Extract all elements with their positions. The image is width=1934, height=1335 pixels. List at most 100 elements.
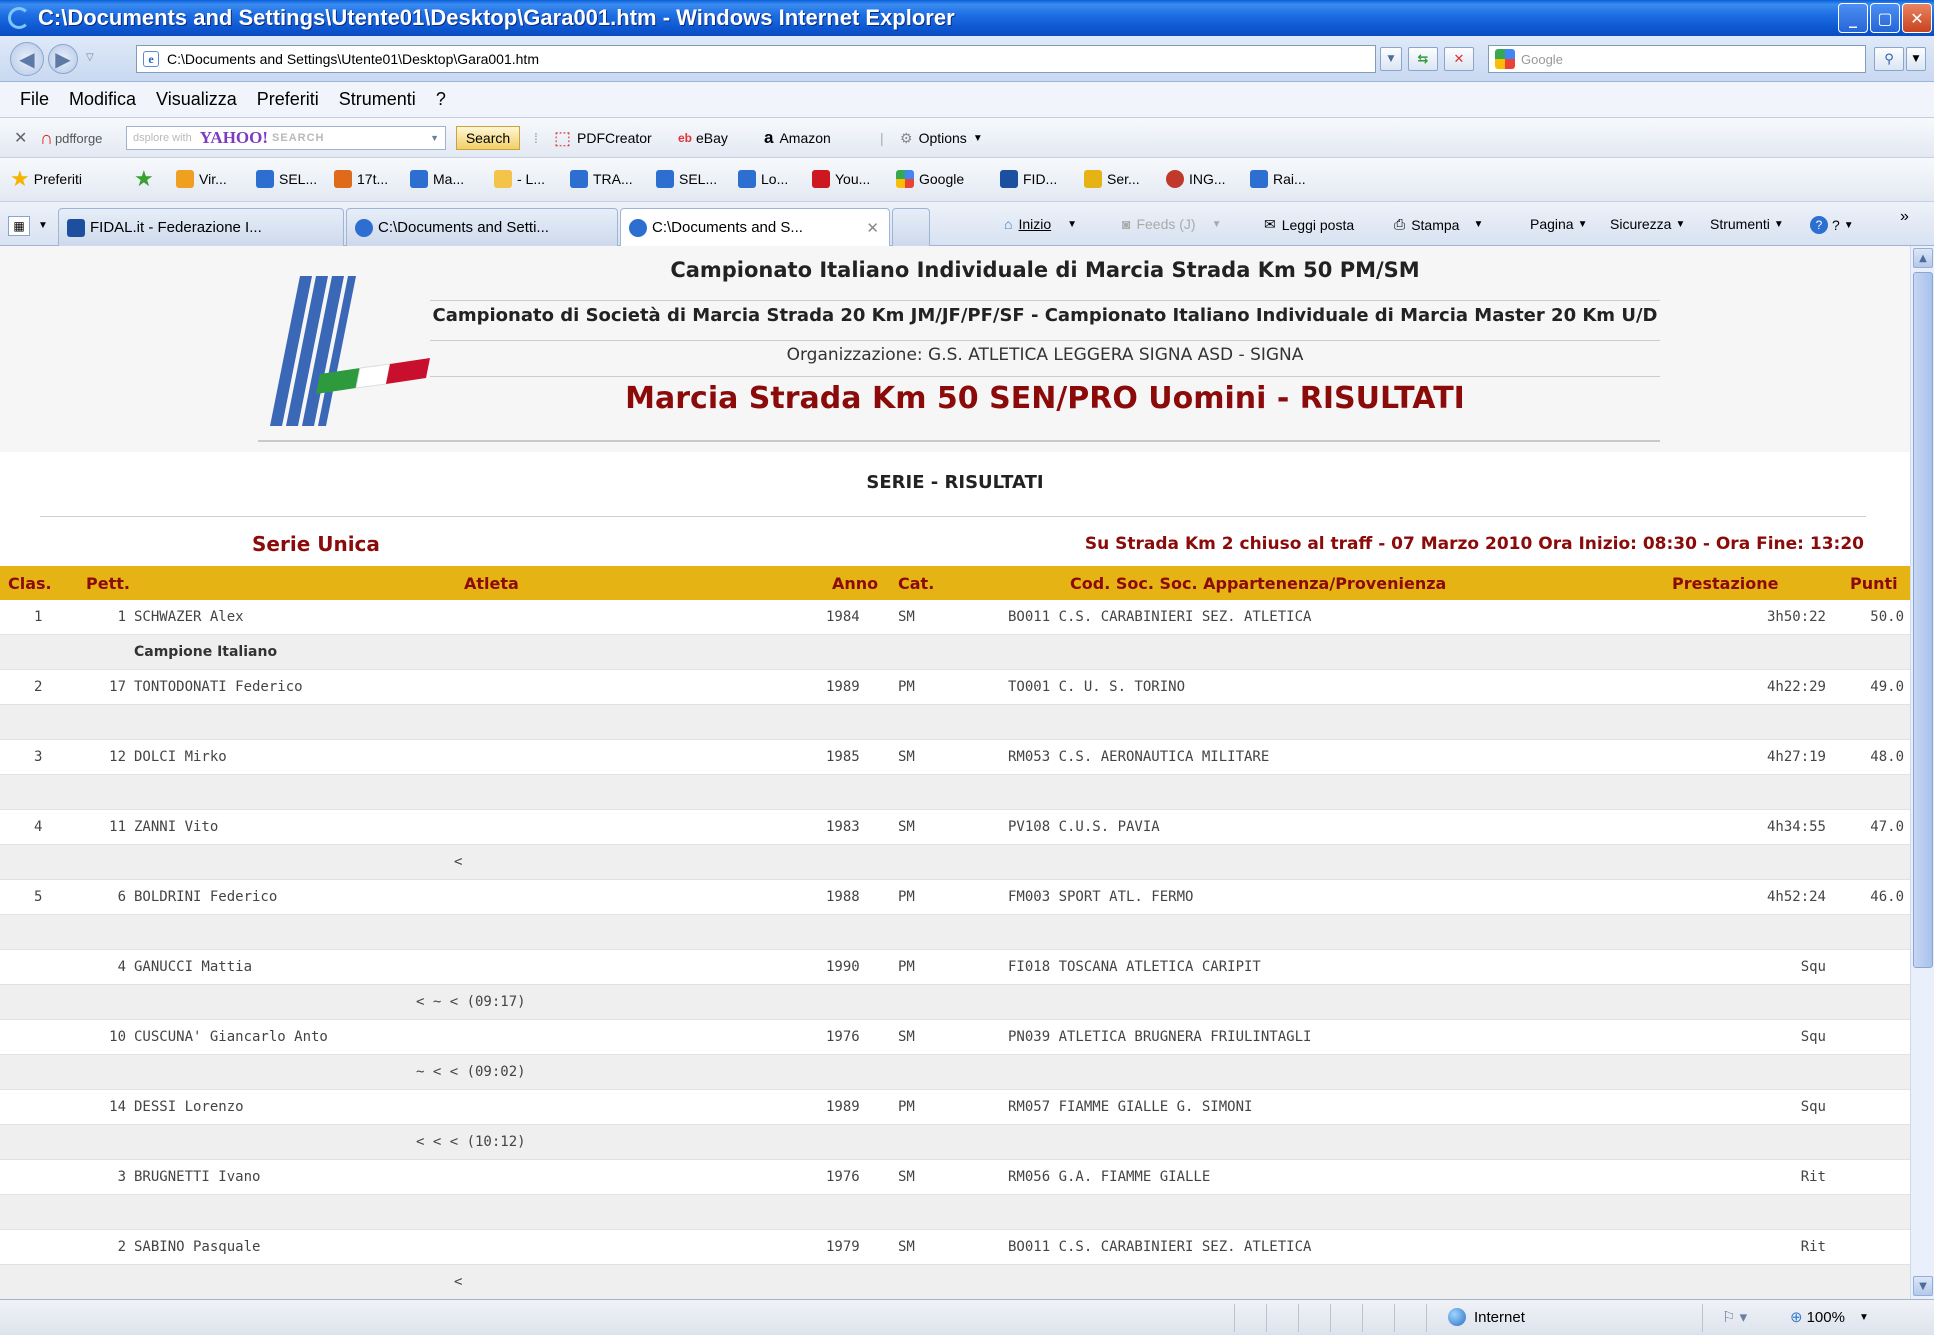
refresh-icon: ⇆ [1417, 51, 1429, 67]
print-button[interactable]: ⎙ Stampa ▼ [1394, 216, 1483, 233]
home-button[interactable]: ⌂ Inizio ▼ [1004, 216, 1077, 232]
maximize-button[interactable]: ▢ [1870, 3, 1900, 33]
fav-item-3[interactable]: Ma... [410, 170, 464, 188]
cell-prestazione: Rit [1800, 1239, 1826, 1255]
new-tab-button[interactable] [892, 208, 930, 246]
options-button[interactable]: ⚙ Options ▼ [900, 126, 983, 150]
address-dropdown-button[interactable]: ▼ [1380, 47, 1402, 71]
search-button[interactable]: ⚲ [1874, 47, 1904, 71]
history-dropdown-icon[interactable]: ▽ [86, 52, 94, 63]
fav-item-5[interactable]: TRA... [570, 170, 633, 188]
scroll-up-arrow-icon[interactable]: ▲ [1913, 248, 1933, 268]
cell-cat: PM [898, 889, 915, 905]
status-divider [1330, 1304, 1331, 1332]
menu-strumenti[interactable]: Strumenti [339, 89, 416, 110]
fav-item-10[interactable]: FID... [1000, 170, 1057, 188]
table-row-detail [0, 775, 1910, 810]
security-zone[interactable]: Internet [1448, 1308, 1525, 1326]
fav-item-9[interactable]: Google [896, 170, 964, 188]
fav-label: Vir... [199, 171, 227, 187]
favorites-button[interactable]: ★ Preferiti [10, 168, 82, 190]
feeds-button[interactable]: ◙ Feeds (J) ▼ [1122, 216, 1222, 232]
table-row-detail: < [0, 845, 1910, 880]
cell-anno: 1985 [826, 749, 860, 765]
close-toolbar-icon[interactable]: ✕ [14, 126, 27, 150]
close-tab-icon[interactable]: ✕ [866, 219, 879, 237]
cell-cat: PM [898, 679, 915, 695]
tab-fidal[interactable]: FIDAL.it - Federazione I... [58, 208, 344, 246]
fav-item-7[interactable]: Lo... [738, 170, 788, 188]
back-button[interactable]: ◀ [10, 42, 44, 76]
table-row: 4 11 ZANNI Vito 1983 SM PV108 C.U.S. PAVIA 4h3… [0, 810, 1910, 845]
fidal-icon [1000, 170, 1018, 188]
more-commands-icon[interactable]: » [1900, 208, 1909, 226]
cell-prestazione: Squ [1800, 1099, 1826, 1115]
pdfforge-logo[interactable]: ∩ pdfforge [40, 126, 102, 150]
menu-help[interactable]: ? [436, 89, 446, 110]
fav-item-6[interactable]: SEL... [656, 170, 717, 188]
col-anno: Anno [832, 574, 879, 593]
results-table-header: Clas. Pett. Atleta Anno Cat. Cod. Soc. S… [0, 566, 1910, 600]
minimize-button[interactable]: _ [1838, 3, 1868, 33]
search-input[interactable]: Google [1488, 45, 1866, 73]
search-options-button[interactable]: ▼ [1906, 47, 1926, 71]
ie-page-icon [1250, 170, 1268, 188]
menu-file[interactable]: File [20, 89, 49, 110]
tab-documents-1[interactable]: C:\Documents and Setti... [346, 208, 618, 246]
read-mail-button[interactable]: ✉ Leggi posta [1264, 216, 1354, 233]
quick-tabs-icon[interactable]: ▦ [8, 216, 30, 236]
fav-item-13[interactable]: Rai... [1250, 170, 1306, 188]
vertical-scrollbar[interactable]: ▲ ▼ [1910, 246, 1934, 1299]
close-window-button[interactable]: ✕ [1902, 3, 1932, 33]
forward-button[interactable]: ▶ [48, 44, 78, 74]
event-title: Marcia Strada Km 50 SEN/PRO Uomini - RIS… [430, 376, 1660, 416]
cell-prestazione: 4h52:24 [1766, 889, 1826, 905]
cell-pett: 14 [109, 1099, 126, 1115]
address-row: ◀ ▶ ▽ e C:\Documents and Settings\Utente… [0, 36, 1934, 82]
zoom-icon: ⊕ [1790, 1309, 1803, 1326]
scroll-thumb[interactable] [1913, 272, 1933, 968]
zoom-button[interactable]: ⊕ 100% ▼ [1790, 1308, 1869, 1327]
ie-page-icon [256, 170, 274, 188]
cell-pett: 10 [109, 1029, 126, 1045]
refresh-button[interactable]: ⇆ [1408, 47, 1438, 71]
fav-item-12[interactable]: ING... [1166, 170, 1226, 188]
stop-button[interactable]: ✕ [1444, 47, 1474, 71]
magnifier-icon: ⚲ [1884, 51, 1894, 67]
menu-visualizza[interactable]: Visualizza [156, 89, 237, 110]
protected-mode-icon[interactable]: ⚐ ▾ [1722, 1308, 1747, 1326]
tab-list-dropdown-icon[interactable]: ▼ [38, 220, 48, 231]
tools-menu-button[interactable]: Strumenti ▼ [1710, 216, 1784, 232]
yahoo-search-input[interactable]: dsplore with YAHOO! SEARCH ▼ [126, 126, 446, 150]
pdfcreator-button[interactable]: ⬚ PDFCreator [554, 126, 652, 150]
chevron-down-icon: ▼ [1912, 54, 1920, 64]
cell-clas: 2 [34, 679, 43, 695]
add-favorite-button[interactable]: ★ [134, 168, 158, 190]
cell-punti: 46.0 [1870, 889, 1904, 905]
help-icon: ? [1810, 216, 1828, 234]
tools-label: Strumenti [1710, 216, 1770, 232]
fav-item-8[interactable]: You... [812, 170, 870, 188]
amazon-button[interactable]: a Amazon [764, 126, 831, 150]
col-punti: Punti [1850, 574, 1898, 593]
fav-item-2[interactable]: 17t... [334, 170, 388, 188]
yahoo-search-button[interactable]: Search [456, 126, 520, 150]
fav-item-4[interactable]: - L... [494, 170, 545, 188]
zone-label: Internet [1474, 1308, 1525, 1326]
fav-item-11[interactable]: Ser... [1084, 170, 1140, 188]
cell-punti: 48.0 [1870, 749, 1904, 765]
address-input[interactable]: e C:\Documents and Settings\Utente01\Des… [136, 45, 1376, 73]
menu-preferiti[interactable]: Preferiti [257, 89, 319, 110]
fav-item-0[interactable]: Vir... [176, 170, 227, 188]
fav-item-1[interactable]: SEL... [256, 170, 317, 188]
page-menu-button[interactable]: Pagina ▼ [1530, 216, 1588, 232]
stop-icon: ✕ [1453, 51, 1465, 67]
home-label: Inizio [1018, 216, 1052, 232]
menu-modifica[interactable]: Modifica [69, 89, 136, 110]
scroll-down-arrow-icon[interactable]: ▼ [1913, 1276, 1933, 1296]
safety-menu-button[interactable]: Sicurezza ▼ [1610, 216, 1685, 232]
tab-documents-active[interactable]: C:\Documents and S... ✕ [620, 208, 890, 246]
ebay-button[interactable]: eb eBay [678, 126, 728, 150]
col-clas: Clas. [8, 574, 52, 593]
help-menu-button[interactable]: ?? ▼ [1810, 216, 1854, 234]
